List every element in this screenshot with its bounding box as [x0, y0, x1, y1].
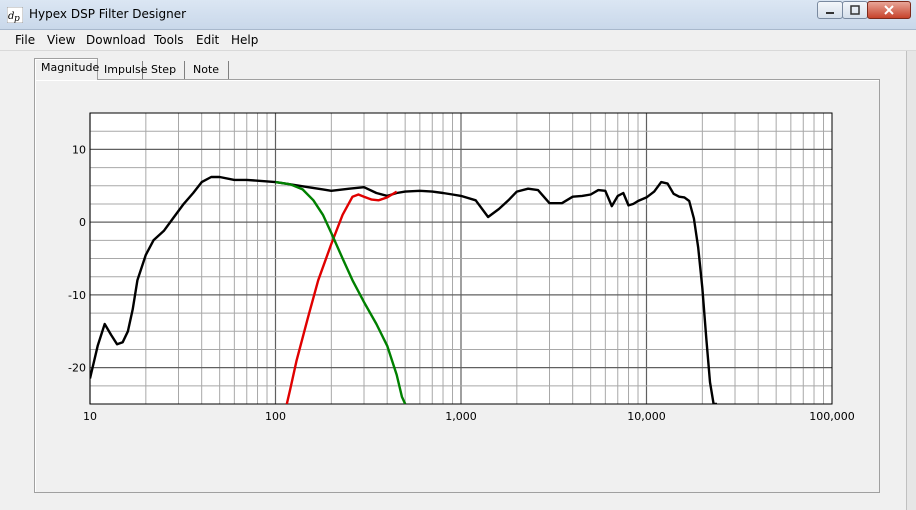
magnitude-chart: 100-10-20 10 100 1,000 10,000 100,000: [68, 112, 855, 423]
x-tick-label: 100: [265, 410, 286, 423]
chart-grid: [89, 112, 833, 405]
tab-magnitude[interactable]: Magnitude: [34, 58, 99, 80]
y-tick-label: 10: [72, 143, 86, 156]
x-axis-ticks: 10 100 1,000 10,000 100,000: [83, 410, 855, 423]
y-tick-label: 0: [79, 216, 86, 229]
y-axis-ticks: 10 0 -10 -20: [68, 143, 86, 374]
y-tick-label: -10: [68, 289, 86, 302]
x-tick-label: 10,000: [627, 410, 666, 423]
x-tick-label: 10: [83, 410, 97, 423]
window-right-edge: [906, 51, 916, 510]
y-tick-label: -20: [68, 362, 86, 375]
x-tick-label: 100,000: [809, 410, 855, 423]
x-tick-label: 1,000: [445, 410, 477, 423]
